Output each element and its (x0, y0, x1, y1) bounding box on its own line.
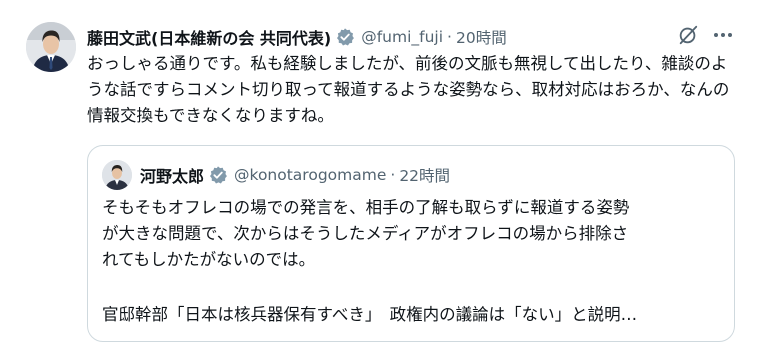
quote-text: そもそもオフレコの場での発言を、相手の了解も取らずに報道する姿勢 が大きな問題で… (102, 195, 722, 273)
tweet-header: 藤田文武(日本維新の会 共同代表) @fumi_fuji · 20時間 (87, 24, 507, 50)
tweet-timestamp[interactable]: 20時間 (456, 26, 507, 48)
author-handle[interactable]: @fumi_fuji (361, 28, 443, 46)
quote-avatar-photo (102, 160, 132, 190)
quote-timestamp[interactable]: 22時間 (399, 164, 450, 186)
tweet-text: おっしゃる通りです。私も経験しましたが、前後の文脈も無視して出したり、雑談のよう… (87, 54, 730, 125)
quote-truncated-text: 官邸幹部「日本は核兵器保有すべき」 政権内の議論は「ない」と説明… (102, 305, 638, 324)
quote-text-line: が大きな問題で、次からはそうしたメディアがオフレコの場から排除さ (102, 224, 629, 243)
quote-author-display-name[interactable]: 河野太郎 (140, 163, 204, 187)
quote-author-avatar[interactable] (102, 160, 132, 190)
avatar-photo (26, 22, 76, 72)
quote-author-handle[interactable]: @konotarogomame (234, 166, 386, 184)
grok-icon[interactable] (677, 24, 699, 46)
quote-header: 河野太郎 @konotarogomame · 22時間 (140, 162, 450, 188)
quoted-tweet[interactable]: 河野太郎 @konotarogomame · 22時間 そもそもオフレコの場での… (87, 145, 735, 342)
separator-dot: · (447, 28, 452, 46)
quote-separator-dot: · (390, 166, 396, 184)
quote-verified-badge-icon (210, 166, 227, 184)
author-avatar[interactable] (26, 22, 76, 72)
quote-text-line: そもそもオフレコの場での発言を、相手の了解も取らずに報道する姿勢 (102, 198, 630, 217)
tweet: 藤田文武(日本維新の会 共同代表) @fumi_fuji · 20時間 おっしゃ… (0, 0, 764, 350)
author-display-name[interactable]: 藤田文武(日本維新の会 共同代表) (87, 25, 331, 49)
quote-text-line: れてもしかたがないのでは。 (102, 250, 316, 269)
verified-badge-icon (337, 28, 355, 46)
more-icon[interactable] (710, 24, 736, 46)
